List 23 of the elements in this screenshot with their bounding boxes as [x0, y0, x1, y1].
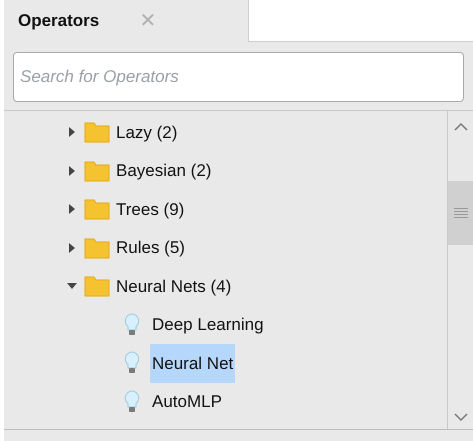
folder-icon [84, 275, 110, 298]
folder-label[interactable]: Trees (9) [116, 196, 184, 222]
operator-item[interactable]: AutoMLP [150, 382, 224, 422]
folder-icon [84, 160, 110, 182]
folder-label[interactable]: Rules (5) [116, 235, 185, 260]
folder-label[interactable]: Neural Nets (4) [116, 274, 232, 299]
operator-item[interactable]: Neural Net [150, 344, 236, 383]
folder-label[interactable]: Bayesian (2) [116, 158, 212, 184]
folder-label[interactable]: Lazy (2) [116, 120, 178, 145]
folder-icon [84, 198, 110, 220]
scrollbar-thumb[interactable] [448, 181, 473, 245]
scroll-down-icon[interactable] [452, 411, 468, 423]
folder-icon [84, 236, 110, 259]
scrollbar[interactable] [447, 111, 473, 429]
operators-tab[interactable]: Operators ✕ [4, 0, 249, 42]
lightbulb-icon [124, 312, 140, 337]
folder-icon [84, 121, 110, 144]
search-field[interactable]: Search for Operators [13, 52, 464, 102]
lightbulb-icon [124, 390, 140, 414]
lightbulb-icon [124, 351, 140, 376]
operator-item[interactable]: Deep Learning [150, 305, 266, 344]
scroll-up-icon[interactable] [452, 121, 468, 133]
tab-label: Operators [18, 10, 100, 32]
